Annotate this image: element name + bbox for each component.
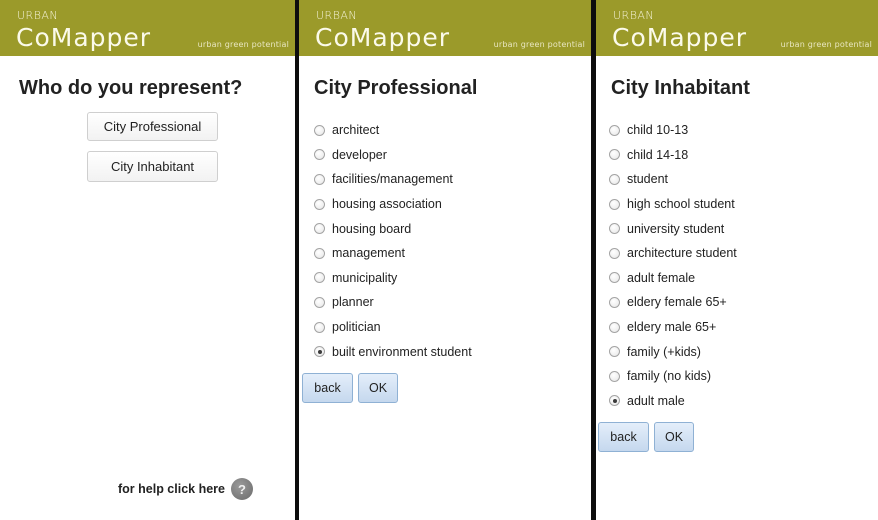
radio-option[interactable]: child 10-13 [609, 118, 737, 143]
radio-option[interactable]: family (no kids) [609, 364, 737, 389]
screen-city-inhabitant: URBAN CoMapper urban green potential Cit… [596, 0, 878, 520]
radio-option[interactable]: eldery female 65+ [609, 290, 737, 315]
radio-option[interactable]: built environment student [314, 339, 472, 364]
radio-unchecked-icon[interactable] [314, 173, 325, 185]
radio-option-label[interactable]: municipality [332, 271, 397, 285]
radio-option-label[interactable]: built environment student [332, 345, 472, 359]
radio-unchecked-icon[interactable] [314, 198, 325, 210]
app-header: URBAN CoMapper urban green potential [299, 0, 591, 56]
radio-option-label[interactable]: adult female [627, 271, 695, 285]
radio-option[interactable]: eldery male 65+ [609, 315, 737, 340]
radio-option[interactable]: family (+kids) [609, 339, 737, 364]
radio-option[interactable]: politician [314, 315, 472, 340]
question-mark-icon[interactable]: ? [230, 478, 253, 500]
radio-option-label[interactable]: child 14-18 [627, 148, 688, 162]
city-inhabitant-button[interactable]: City Inhabitant [87, 151, 218, 182]
radio-unchecked-icon[interactable] [609, 198, 620, 210]
brand-logo-text: CoMapper [16, 23, 152, 52]
app-header: URBAN CoMapper urban green potential [596, 0, 878, 56]
radio-unchecked-icon[interactable] [609, 247, 620, 259]
help-link[interactable]: for help click here ? [118, 478, 253, 500]
radio-option[interactable]: adult male [609, 389, 737, 414]
ok-button[interactable]: OK [654, 422, 694, 452]
back-button[interactable]: back [598, 422, 649, 452]
screen-city-professional: URBAN CoMapper urban green potential Cit… [299, 0, 591, 520]
back-button[interactable]: back [302, 373, 353, 403]
radio-option-label[interactable]: eldery male 65+ [627, 320, 716, 334]
radio-unchecked-icon[interactable] [609, 272, 620, 284]
radio-option[interactable]: architect [314, 118, 472, 143]
brand-small-text: URBAN [613, 9, 655, 22]
radio-unchecked-icon[interactable] [609, 173, 620, 185]
radio-option-label[interactable]: facilities/management [332, 172, 453, 186]
radio-option[interactable]: adult female [609, 266, 737, 291]
page-title: Who do you represent? [19, 77, 243, 99]
radio-checked-icon[interactable] [314, 346, 325, 358]
radio-option[interactable]: management [314, 241, 472, 266]
professional-radio-list: architect developer facilities/management h… [314, 118, 472, 364]
brand-small-text: URBAN [316, 9, 358, 22]
inhabitant-radio-list: child 10-13 child 14-18 student high school… [609, 118, 737, 413]
radio-unchecked-icon[interactable] [314, 321, 325, 333]
radio-unchecked-icon[interactable] [314, 247, 325, 259]
brand-small-text: URBAN [17, 9, 59, 22]
radio-option-label[interactable]: child 10-13 [627, 123, 688, 137]
app-header: URBAN CoMapper urban green potential [0, 0, 295, 56]
page-title: City Inhabitant [611, 77, 750, 99]
radio-option[interactable]: housing board [314, 216, 472, 241]
radio-unchecked-icon[interactable] [609, 321, 620, 333]
radio-option[interactable]: child 14-18 [609, 143, 737, 168]
radio-option-label[interactable]: family (no kids) [627, 369, 711, 383]
radio-unchecked-icon[interactable] [609, 296, 620, 308]
brand-logo-text: CoMapper [315, 23, 451, 52]
radio-option-label[interactable]: eldery female 65+ [627, 295, 727, 309]
radio-option-label[interactable]: architecture student [627, 246, 737, 260]
radio-unchecked-icon[interactable] [314, 124, 325, 136]
radio-option[interactable]: high school student [609, 192, 737, 217]
radio-unchecked-icon[interactable] [314, 223, 325, 235]
radio-unchecked-icon[interactable] [609, 124, 620, 136]
radio-option[interactable]: municipality [314, 266, 472, 291]
radio-option-label[interactable]: planner [332, 295, 374, 309]
radio-option[interactable]: architecture student [609, 241, 737, 266]
radio-unchecked-icon[interactable] [609, 223, 620, 235]
radio-option-label[interactable]: politician [332, 320, 381, 334]
radio-option-label[interactable]: high school student [627, 197, 735, 211]
brand-tagline: urban green potential [197, 40, 289, 49]
radio-option-label[interactable]: developer [332, 148, 387, 162]
radio-option[interactable]: planner [314, 290, 472, 315]
radio-option-label[interactable]: architect [332, 123, 379, 137]
brand-logo-text: CoMapper [612, 23, 748, 52]
brand-tagline: urban green potential [493, 40, 585, 49]
radio-unchecked-icon[interactable] [314, 296, 325, 308]
radio-option-label[interactable]: student [627, 172, 668, 186]
radio-option-label[interactable]: housing board [332, 222, 411, 236]
radio-checked-icon[interactable] [609, 395, 620, 407]
radio-option[interactable]: developer [314, 143, 472, 168]
ok-button[interactable]: OK [358, 373, 398, 403]
radio-option[interactable]: student [609, 167, 737, 192]
radio-option[interactable]: university student [609, 216, 737, 241]
radio-unchecked-icon[interactable] [314, 149, 325, 161]
radio-option-label[interactable]: family (+kids) [627, 345, 701, 359]
radio-unchecked-icon[interactable] [609, 346, 620, 358]
city-professional-button[interactable]: City Professional [87, 112, 218, 141]
radio-option-label[interactable]: adult male [627, 394, 685, 408]
brand-tagline: urban green potential [780, 40, 872, 49]
radio-option[interactable]: housing association [314, 192, 472, 217]
radio-option[interactable]: facilities/management [314, 167, 472, 192]
page-title: City Professional [314, 77, 478, 99]
radio-unchecked-icon[interactable] [314, 272, 325, 284]
help-text[interactable]: for help click here [118, 482, 225, 496]
radio-unchecked-icon[interactable] [609, 370, 620, 382]
radio-option-label[interactable]: management [332, 246, 405, 260]
radio-option-label[interactable]: housing association [332, 197, 442, 211]
screen-who-do-you-represent: URBAN CoMapper urban green potential Who… [0, 0, 295, 520]
radio-unchecked-icon[interactable] [609, 149, 620, 161]
radio-option-label[interactable]: university student [627, 222, 724, 236]
